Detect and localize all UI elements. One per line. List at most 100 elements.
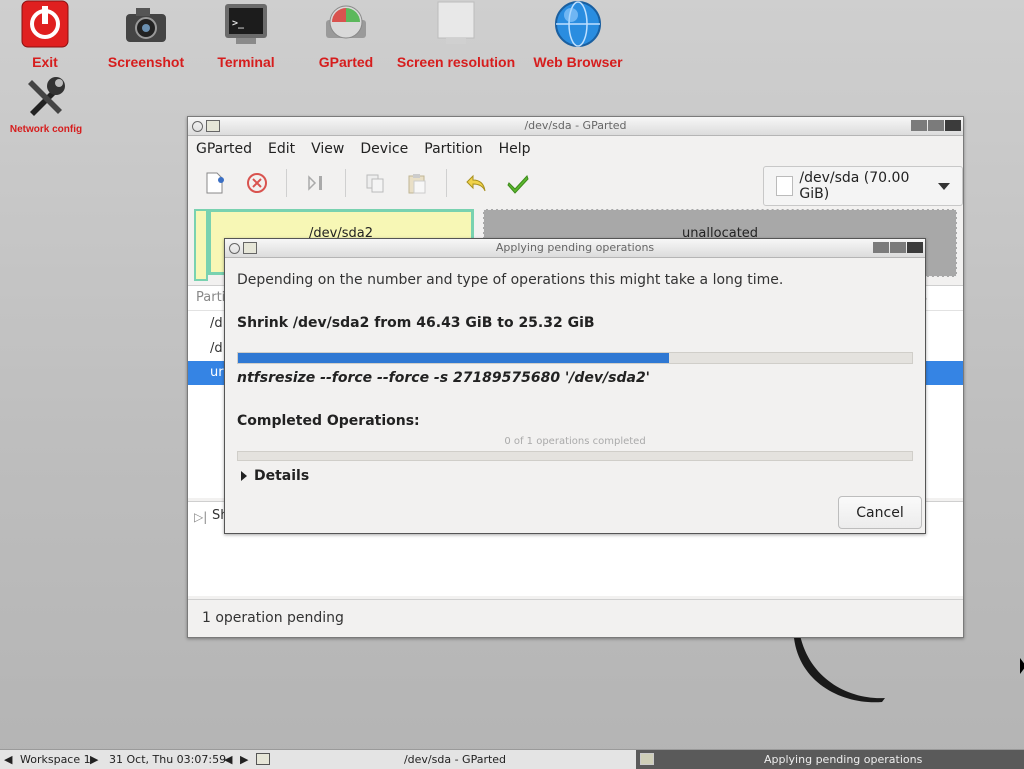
copy-icon xyxy=(366,174,384,193)
gparted-icon xyxy=(322,0,370,48)
desktop-icon-label: Screen resolution xyxy=(396,54,516,70)
operation-command: ntfsresize --force --force -s 2718957568… xyxy=(237,370,650,386)
checkmark-icon xyxy=(507,175,529,194)
menu-view[interactable]: View xyxy=(311,141,344,157)
window-menu-icon[interactable] xyxy=(192,120,203,132)
menubar: GParted Edit View Device Partition Help xyxy=(188,136,963,162)
new-partition-button[interactable] xyxy=(202,170,228,196)
apply-dialog: Applying pending operations Depending on… xyxy=(224,238,926,534)
app-icon xyxy=(243,242,257,254)
desktop-icon-label: Network config xyxy=(9,124,83,135)
row-partition: ur xyxy=(210,365,224,380)
workspace-prev-icon[interactable]: ◀ xyxy=(4,750,12,769)
desktop-icon-label: Exit xyxy=(32,54,58,70)
apply-button[interactable] xyxy=(505,170,531,196)
dialog-intro: Depending on the number and type of oper… xyxy=(237,272,784,288)
desktop-icon-terminal[interactable]: >_ Terminal xyxy=(204,0,288,70)
resize-move-button[interactable] xyxy=(303,170,329,196)
minimize-button[interactable] xyxy=(873,242,889,253)
device-selector-label: /dev/sda (70.00 GiB) xyxy=(799,170,910,202)
completed-label: Completed Operations: xyxy=(237,413,420,429)
undo-icon xyxy=(466,174,486,192)
next-icon[interactable]: ▶ xyxy=(240,750,248,769)
delete-icon xyxy=(247,173,267,193)
maximize-button[interactable] xyxy=(928,120,944,131)
device-selector[interactable]: /dev/sda (70.00 GiB) xyxy=(763,166,963,206)
close-button[interactable] xyxy=(907,242,923,253)
task-label: Applying pending operations xyxy=(764,753,923,766)
cancel-button[interactable]: Cancel xyxy=(838,496,922,529)
window-title: /dev/sda - GParted xyxy=(524,119,627,132)
completed-progress-bar xyxy=(237,451,913,461)
menu-device[interactable]: Device xyxy=(360,141,408,157)
camera-icon xyxy=(122,0,170,48)
statusbar: 1 operation pending xyxy=(188,599,963,635)
resize-icon xyxy=(308,175,322,191)
task-app-icon xyxy=(640,753,654,765)
clock[interactable]: 31 Oct, Thu 03:07:59 xyxy=(109,750,226,769)
task-apply-dialog[interactable]: Applying pending operations xyxy=(636,750,1024,769)
partition-block-sda1[interactable] xyxy=(194,209,208,281)
details-label: Details xyxy=(254,468,310,484)
workspace-label[interactable]: Workspace 1 xyxy=(20,750,91,769)
desktop-icon-label: GParted xyxy=(318,54,374,70)
toolbar-separator xyxy=(446,169,447,197)
undo-button[interactable] xyxy=(463,170,489,196)
menu-gparted[interactable]: GParted xyxy=(196,141,252,157)
row-partition: /d xyxy=(210,341,223,356)
desktop-icon-network-config[interactable]: Network config xyxy=(4,72,88,135)
wallpaper-swirl xyxy=(794,635,885,703)
progress-fill xyxy=(238,353,670,363)
new-document-icon xyxy=(206,172,224,194)
window-menu-icon[interactable] xyxy=(229,242,240,254)
desktop-icon-exit[interactable]: Exit xyxy=(14,0,76,70)
desktop-icon-label: Web Browser xyxy=(533,54,623,70)
workspace-next-icon[interactable]: ▶ xyxy=(90,750,98,769)
expander-arrow-icon xyxy=(241,471,247,481)
resize-icon: ▷| xyxy=(194,510,208,524)
dialog-titlebar[interactable]: Applying pending operations xyxy=(225,239,925,258)
paste-button[interactable] xyxy=(404,170,430,196)
desktop-icon-label: Screenshot xyxy=(107,54,185,70)
window-titlebar[interactable]: /dev/sda - GParted xyxy=(188,117,963,136)
menu-partition[interactable]: Partition xyxy=(424,141,482,157)
task-app-icon xyxy=(256,753,270,765)
status-text: 1 operation pending xyxy=(202,610,344,626)
maximize-button[interactable] xyxy=(890,242,906,253)
menu-help[interactable]: Help xyxy=(499,141,531,157)
app-icon xyxy=(206,120,220,132)
task-gparted[interactable]: /dev/sda - GParted xyxy=(274,750,636,769)
copy-button[interactable] xyxy=(362,170,388,196)
svg-text:>_: >_ xyxy=(232,18,245,29)
toolbar-separator xyxy=(345,169,346,197)
terminal-icon: >_ xyxy=(222,0,270,48)
current-operation: Shrink /dev/sda2 from 46.43 GiB to 25.32… xyxy=(237,315,595,331)
current-progress-bar xyxy=(237,352,913,364)
close-button[interactable] xyxy=(945,120,961,131)
desktop-icon-web-browser[interactable]: Web Browser xyxy=(530,0,626,70)
desktop-icon-screenshot[interactable]: Screenshot xyxy=(100,0,192,70)
delete-partition-button[interactable] xyxy=(244,170,270,196)
paste-icon xyxy=(408,174,426,194)
desktop-icon-label: Terminal xyxy=(217,54,275,70)
desktop-icon-gparted[interactable]: GParted xyxy=(306,0,386,70)
globe-icon xyxy=(554,0,602,48)
taskbar: ◀ Workspace 1 ▶ 31 Oct, Thu 03:07:59 ◀ ▶… xyxy=(0,749,1024,769)
monitor-icon xyxy=(432,0,480,48)
toolbar-separator xyxy=(286,169,287,197)
column-header-partition[interactable]: Parti xyxy=(196,290,225,305)
wrench-icon xyxy=(22,72,70,120)
mouse-cursor xyxy=(1020,658,1024,674)
row-partition: /d xyxy=(210,316,223,331)
completed-text: 0 of 1 operations completed xyxy=(504,436,646,447)
menu-edit[interactable]: Edit xyxy=(268,141,295,157)
toolbar: /dev/sda (70.00 GiB) xyxy=(188,162,963,206)
cancel-label: Cancel xyxy=(856,504,904,521)
minimize-button[interactable] xyxy=(911,120,927,131)
dialog-title: Applying pending operations xyxy=(495,241,655,254)
prev-icon[interactable]: ◀ xyxy=(224,750,232,769)
desktop-icon-screen-resolution[interactable]: Screen resolution xyxy=(394,0,518,70)
details-expander[interactable]: Details xyxy=(241,468,309,484)
harddisk-icon xyxy=(776,176,794,196)
task-label: /dev/sda - GParted xyxy=(403,753,507,766)
